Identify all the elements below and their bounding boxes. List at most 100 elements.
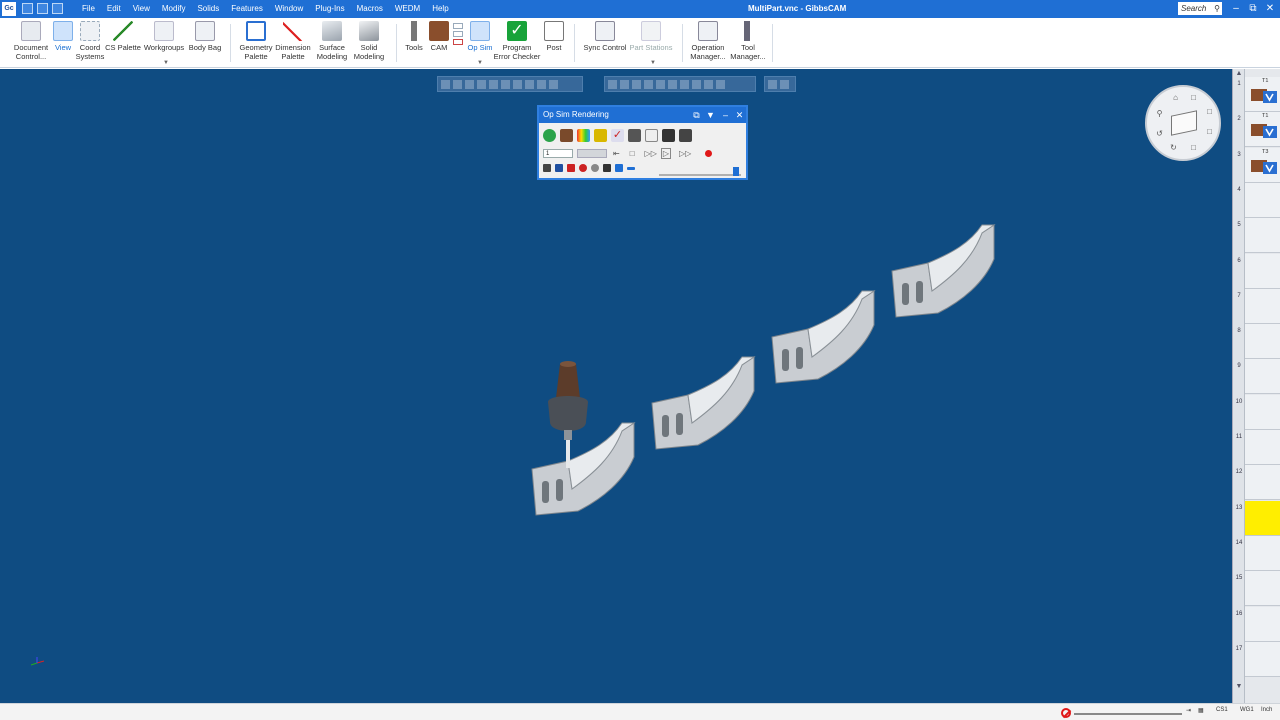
menu-window[interactable]: Window [269,0,309,18]
alert-icon[interactable] [603,164,611,172]
stock-render-icon[interactable] [560,129,573,142]
record-icon[interactable] [705,150,713,157]
operation-slot[interactable]: 2 T1 [1237,112,1280,148]
menu-file[interactable]: File [76,0,101,18]
right-view-icon[interactable]: □ [1205,107,1214,116]
bracket-part-2[interactable] [648,351,758,451]
floating-toolbar-selection[interactable] [437,76,583,92]
mill-operation-icon[interactable] [1251,157,1277,174]
tool-color-icon[interactable] [579,164,587,172]
step-icon[interactable] [662,129,675,142]
menu-macros[interactable]: Macros [351,0,389,18]
operation-slot[interactable]: 8 [1237,324,1280,360]
play-step-icon[interactable]: ▷ [660,148,672,159]
check-icon[interactable]: ✓ [611,129,624,142]
save-icon[interactable] [22,3,33,14]
operation-slot[interactable]: 12 [1236,465,1280,501]
cam-mini-buttons[interactable] [452,21,464,45]
search-icon[interactable]: ⚲ [1214,2,1220,15]
filter-icon[interactable] [615,164,623,172]
close-window-button[interactable]: ✕ [1259,0,1280,18]
rewind-icon[interactable]: ⇤ [613,149,620,158]
bracket-part-4[interactable] [888,219,998,319]
operation-slot[interactable]: 7 [1237,288,1280,324]
iso-view-icon[interactable]: □ [1205,127,1214,136]
operation-slot[interactable]: 15 [1236,571,1280,607]
gear-icon[interactable] [594,129,607,142]
3d-viewport[interactable]: Op Sim Rendering ⧉ ▼ – ✕ ✓ 1 ⇤ □ ▷▷ ▷ ▷▷ [0,69,1232,703]
display-icon[interactable] [679,129,692,142]
menu-view[interactable]: View [127,0,156,18]
list-icon[interactable] [645,129,658,142]
geometry-palette-button[interactable]: Geometry Palette [238,21,274,61]
bottom-view-icon[interactable]: □ [1189,143,1198,152]
speed-slider-track[interactable] [659,174,741,176]
sync-control-button[interactable]: Sync Control [582,21,628,52]
view-button[interactable]: View [52,21,74,52]
solid-modeling-button[interactable]: Solid Modeling [351,21,387,61]
tool-manager-button[interactable]: Tool Manager... [729,21,767,61]
operation-manager-button[interactable]: Operation Manager... [688,21,728,61]
zoom-fit-icon[interactable]: ⇥ [1186,707,1191,714]
operation-slot[interactable]: 10 [1236,394,1280,430]
operation-slot[interactable]: 5 [1237,218,1280,254]
operation-slot[interactable]: 1 T1 [1237,77,1280,112]
ribbon-group-dropdown-2[interactable]: ▼ [477,60,483,66]
view-navigation-cube[interactable]: ⌂ □ □ □ □ ↻ ↺ ⚲ [1145,85,1221,161]
ribbon-group-dropdown-1[interactable]: ▼ [163,60,169,66]
cube-icon[interactable] [1171,110,1197,136]
menu-wedm[interactable]: WEDM [389,0,426,18]
power-icon[interactable] [543,129,556,142]
fast-forward-icon[interactable]: ▷▷ [679,149,691,158]
top-view-icon[interactable]: □ [1189,93,1198,102]
lock-icon[interactable] [628,129,641,142]
floating-toolbar-render[interactable] [604,76,756,92]
frame-scrubber[interactable] [577,149,607,158]
tools-button[interactable]: Tools [403,21,425,52]
operation-slot[interactable]: 11 [1236,430,1280,465]
wireframe-icon[interactable] [591,164,599,172]
menu-solids[interactable]: Solids [191,0,225,18]
part-stations-button[interactable]: Part Stations [628,21,674,52]
orbit-icon[interactable]: ↻ [1169,143,1178,152]
workgroup-label[interactable]: WG1 [1240,707,1254,713]
operation-slot[interactable]: 4 [1237,182,1280,218]
rotate-icon[interactable]: ↺ [1155,129,1164,138]
bracket-part-3[interactable] [768,285,878,385]
post-button[interactable]: Post [543,21,565,52]
zoom-icon[interactable]: ⚲ [1155,109,1164,118]
minimize-panel-icon[interactable]: – [719,107,732,123]
operation-slot[interactable]: 14 [1236,535,1280,571]
ribbon-group-dropdown-3[interactable]: ▼ [650,60,656,66]
operations-scrollbar[interactable]: ▲ ▼ [1233,69,1245,703]
mill-operation-icon[interactable] [1251,121,1277,139]
surface-modeling-button[interactable]: Surface Modeling [313,21,351,61]
program-error-checker-button[interactable]: ✓ Program Error Checker [494,21,540,61]
coord-systems-button[interactable]: Coord Systems [76,21,104,61]
operation-slot[interactable]: 16 [1236,606,1280,642]
menu-modify[interactable]: Modify [156,0,192,18]
operation-slot[interactable]: 17 [1236,641,1280,677]
dimension-palette-button[interactable]: Dimension Palette [275,21,311,61]
gibbscam-app-icon[interactable]: Gc [2,2,16,16]
color-options-icon[interactable] [577,129,590,142]
frame-number-input[interactable]: 1 [543,149,573,158]
pin-icon[interactable]: ▼ [704,107,717,123]
redo-icon[interactable] [52,3,63,14]
floating-toolbar-help[interactable] [764,76,796,92]
search-input[interactable]: Search ⚲ [1178,2,1222,15]
op-sim-rendering-panel[interactable]: Op Sim Rendering ⧉ ▼ – ✕ ✓ 1 ⇤ □ ▷▷ ▷ ▷▷ [537,105,748,180]
speed-slider-knob[interactable] [733,167,739,176]
operation-slot[interactable]: 9 [1237,359,1280,395]
mill-operation-icon[interactable] [1251,86,1277,103]
op-sim-panel-header[interactable]: Op Sim Rendering ⧉ ▼ – ✕ [539,107,746,123]
speed-icon[interactable] [627,166,635,170]
coordinate-system-label[interactable]: CS1 [1216,707,1228,713]
units-label[interactable]: Inch [1261,707,1272,713]
menu-features[interactable]: Features [225,0,269,18]
stop-icon[interactable]: □ [630,149,635,158]
workgroups-button[interactable]: Workgroups [143,21,185,52]
operation-slot[interactable]: 13 [1236,500,1280,536]
shaded-icon[interactable] [555,164,563,172]
zoom-slider[interactable] [1074,713,1182,715]
